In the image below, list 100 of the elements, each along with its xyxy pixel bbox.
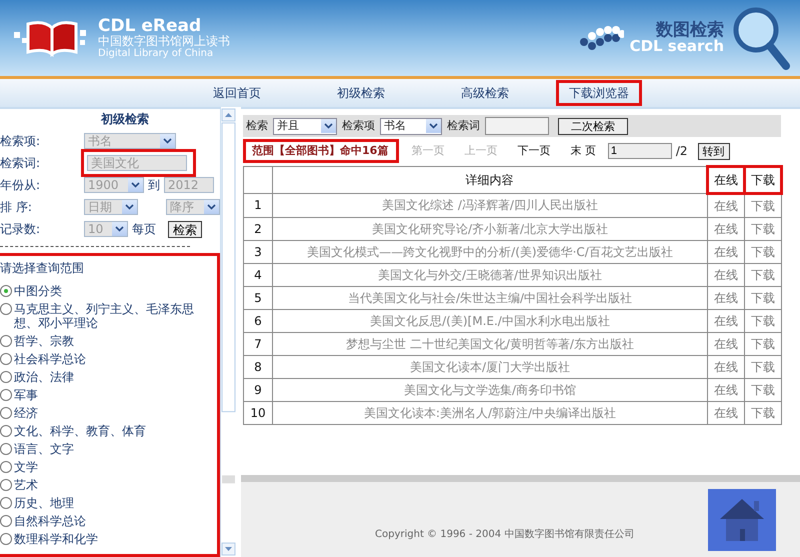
column-header: 详细内容	[272, 166, 708, 194]
logic-select[interactable]: 并且	[273, 118, 337, 134]
download-link[interactable]: 下载	[744, 332, 782, 356]
nav-link[interactable]: 初级检索	[299, 82, 423, 104]
caret-icon	[160, 134, 175, 148]
search-button[interactable]: 检索	[168, 220, 202, 238]
category-radio[interactable]: 自然科学总论	[0, 514, 213, 528]
dots-icon	[578, 24, 624, 52]
online-link[interactable]: 在线	[708, 378, 744, 402]
range-label: 到	[148, 178, 160, 193]
book-link[interactable]: 美国文化综述 /冯泽辉著/四川人民出版社	[382, 198, 598, 212]
search-logo-title: 数图检索	[656, 22, 724, 39]
row-number: 5	[244, 286, 272, 310]
download-link[interactable]: 下载	[744, 402, 782, 424]
download-link[interactable]: 下载	[744, 356, 782, 378]
book-link[interactable]: 美国文化模式——跨文化视野中的分析/(美)爱德华·C/百花文艺出版社	[307, 244, 673, 259]
caret-icon	[122, 200, 137, 214]
online-link[interactable]: 在线	[708, 218, 744, 240]
book-link[interactable]: 美国文化与文学选集/商务印书馆	[404, 382, 576, 397]
download-link[interactable]: 下载	[744, 218, 782, 240]
category-radio[interactable]: 艺术	[0, 478, 213, 492]
row-number: 3	[244, 240, 272, 264]
category-radio[interactable]: 马克思主义、列宁主义、毛泽东思想、邓小平理论	[0, 302, 213, 330]
logo-subtitle: 中国数字图书馆网上读书	[98, 35, 230, 48]
field-label: 记录数:	[0, 222, 42, 237]
category-radio[interactable]: 中图分类	[0, 284, 213, 298]
download-link[interactable]: 下载	[744, 264, 782, 286]
field-label: 年份从:	[0, 178, 42, 193]
result-summary: 范围【全部图书】命中16篇	[243, 139, 400, 163]
category-radio[interactable]: 语言、文字	[0, 442, 213, 456]
search-logo-subtitle: CDL search	[630, 39, 724, 54]
row-number: 6	[244, 310, 272, 332]
column-header: 在线	[708, 166, 744, 194]
download-link[interactable]: 下载	[744, 240, 782, 264]
category-radio[interactable]: 社会科学总论	[0, 352, 213, 366]
go-button[interactable]: 转到	[698, 142, 730, 160]
nav-link[interactable]: 返回首页	[175, 82, 299, 104]
book-link[interactable]: 美国文化读本:美洲名人/郭蔚注/中央编译出版社	[364, 406, 616, 420]
row-number: 10	[244, 402, 272, 424]
search-term-field[interactable]	[485, 117, 549, 135]
page-total: /2	[676, 144, 688, 158]
book-link[interactable]: 梦想与尘世 二十世纪美国文化/黄明哲等著/东方出版社	[346, 336, 634, 351]
logo-title: CDL eRead	[98, 16, 202, 36]
row-number: 1	[244, 194, 272, 218]
field-label: 检索项:	[0, 134, 42, 149]
home-button[interactable]	[708, 488, 776, 550]
logo-english-name: Digital Library of China	[98, 48, 214, 60]
caret-icon	[426, 119, 441, 133]
page-number-field[interactable]: 1	[608, 143, 672, 159]
category-radio[interactable]: 文化、科学、教育、体育	[0, 424, 213, 438]
copyright-text: Copyright © 1996 - 2004 中国数字图书馆有限责任公司	[375, 528, 634, 540]
field-label: 检索项	[342, 119, 375, 133]
online-link[interactable]: 在线	[708, 402, 744, 424]
search-item-select[interactable]: 书名	[380, 118, 442, 134]
row-number: 9	[244, 378, 272, 402]
field-label: 排 序:	[0, 200, 33, 215]
online-link[interactable]: 在线	[708, 240, 744, 264]
book-link[interactable]: 美国文化反思/(美)[M.E./中国水利水电出版社	[370, 314, 610, 328]
book-link[interactable]: 当代美国文化与社会/朱世达主编/中国社会科学出版社	[348, 290, 632, 305]
page-link[interactable]: 下一页	[517, 144, 550, 158]
category-radio[interactable]: 文学	[0, 460, 213, 474]
column-header: 下载	[744, 166, 782, 194]
row-number: 2	[244, 218, 272, 240]
category-radio[interactable]: 政治、法律	[0, 370, 213, 384]
field-label: 检索	[246, 119, 268, 133]
house-icon	[718, 496, 766, 542]
refine-search-button[interactable]: 二次检索	[558, 118, 628, 134]
nav-link[interactable]: 高级检索	[423, 82, 547, 104]
caret-icon	[112, 222, 127, 236]
online-link[interactable]: 在线	[708, 194, 744, 218]
book-link[interactable]: 美国文化研究导论/齐小新著/北京大学出版社	[372, 222, 608, 236]
field-label: 检索词	[447, 119, 480, 133]
category-radio[interactable]: 哲学、宗教	[0, 334, 213, 348]
download-link[interactable]: 下载	[744, 286, 782, 310]
online-link[interactable]: 在线	[708, 264, 744, 286]
category-radio[interactable]: 军事	[0, 388, 213, 402]
caret-icon	[321, 119, 336, 133]
online-link[interactable]: 在线	[708, 286, 744, 310]
online-link[interactable]: 在线	[708, 356, 744, 378]
row-number: 8	[244, 356, 272, 378]
book-link[interactable]: 美国文化读本/厦门大学出版社	[410, 360, 570, 374]
download-link[interactable]: 下载	[744, 310, 782, 332]
per-page-label: 每页	[132, 222, 156, 237]
panel-title: 初级检索	[100, 112, 150, 126]
download-link[interactable]: 下载	[744, 194, 782, 218]
download-link[interactable]: 下载	[744, 378, 782, 402]
online-link[interactable]: 在线	[708, 310, 744, 332]
online-link[interactable]: 在线	[708, 332, 744, 356]
book-link[interactable]: 美国文化与外交/王晓德著/世界知识出版社	[378, 268, 602, 282]
scope-title: 请选择查询范围	[0, 261, 85, 276]
category-radio[interactable]: 历史、地理	[0, 496, 213, 510]
caret-icon	[204, 200, 219, 214]
row-number: 4	[244, 264, 272, 286]
category-radio[interactable]: 数理科学和化学	[0, 532, 213, 546]
caret-icon	[128, 178, 143, 192]
nav-link[interactable]: 下载浏览器	[559, 82, 639, 104]
category-radio[interactable]: 经济	[0, 406, 213, 420]
row-number: 7	[244, 332, 272, 356]
page-link[interactable]: 末 页	[570, 144, 596, 158]
scrollbar[interactable]	[220, 107, 237, 557]
